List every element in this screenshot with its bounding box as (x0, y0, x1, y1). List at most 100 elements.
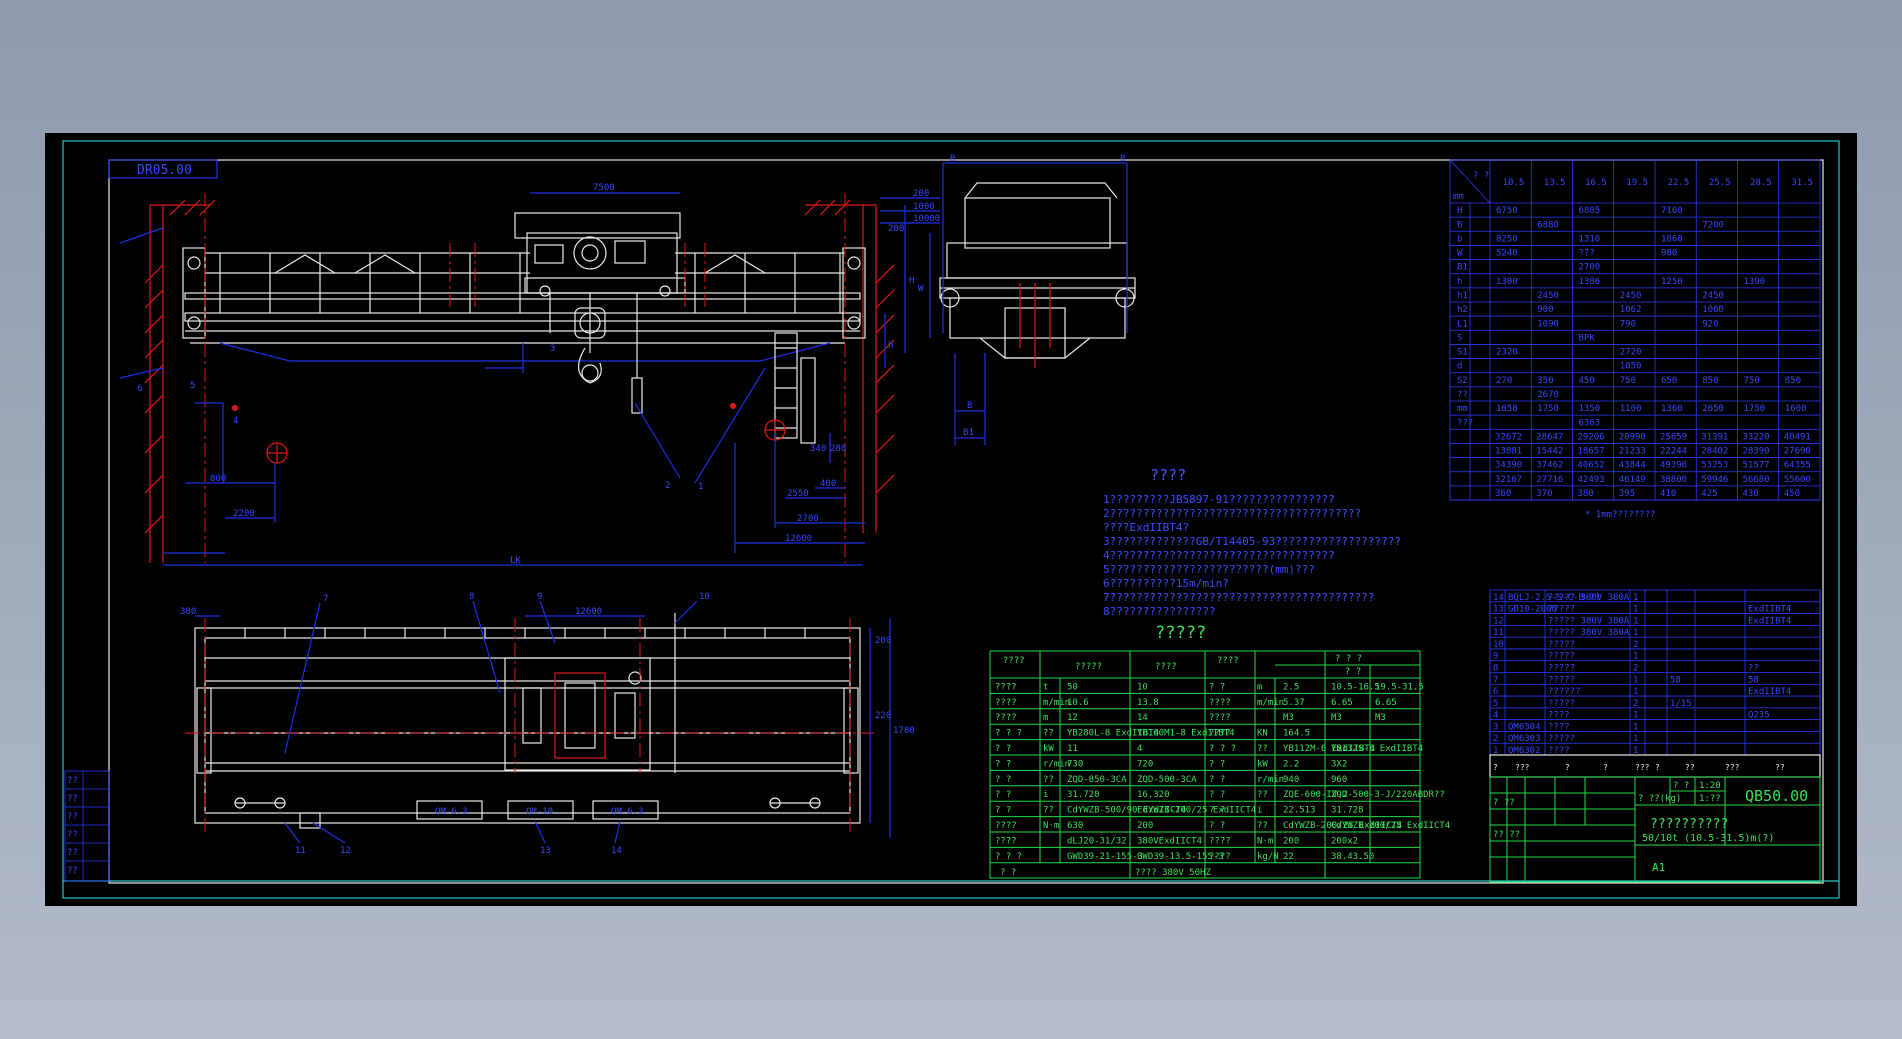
dimtable-cell: 1750 (1537, 404, 1559, 414)
spec-left-cell: 13.8 (1137, 698, 1159, 708)
parts-cell: ????? (1548, 675, 1575, 685)
parts-cell: 1 (1633, 652, 1638, 662)
dimtable-span: 28.5 (1750, 178, 1772, 188)
spec-colright-1: ? ? ? (1335, 654, 1362, 664)
dimtable-rowlabel: B1 (1457, 263, 1468, 273)
spec-footer-0: ? ? (1000, 868, 1016, 878)
dimtable-cell: 850 (1785, 376, 1801, 386)
spec-right-cell: i (1257, 806, 1262, 816)
callout-p-3: 10 (699, 592, 710, 602)
dimtable-cell: 750 (1620, 376, 1636, 386)
spec-left-cell: ? ? ? (995, 729, 1022, 739)
notes-line-3: 3?????????????GB/T14405-93??????????????… (1103, 535, 1401, 548)
dimtable-wheelcell: 410 (1660, 489, 1676, 499)
dimtable-cell: 270 (1496, 376, 1512, 386)
stamp-label: DR05.00 (137, 163, 192, 178)
callout-e-3: 4 (233, 416, 238, 426)
spec-right-cell: 22.513 (1283, 806, 1316, 816)
spec-left-cell: ? ? (995, 790, 1011, 800)
dimtable-cell: 2670 (1537, 390, 1559, 400)
title-spec: 50/10t (10.5-31.5)m(?) (1642, 833, 1774, 844)
spec-right-cell: ???? (1209, 713, 1231, 723)
dimtable-cell: 790 (1620, 319, 1636, 329)
cad-viewport[interactable]: DR05.00 ?? ?? ?? ?? ?? ?? 7500 LK 800 22… (45, 133, 1857, 906)
parts-cell: 11 (1493, 628, 1504, 638)
dimtable-cell: 750 (1744, 376, 1760, 386)
dimtable-cell: 2450 (1620, 291, 1642, 301)
spec-left-cell: ?? (1043, 806, 1054, 816)
spec-right-cell: ? ? (1209, 790, 1225, 800)
notes-line-7: 7???????????????????????????????????????… (1103, 591, 1375, 604)
spec-left-cell: 11 (1067, 744, 1078, 754)
dim-side-w: W (918, 284, 924, 294)
spec-right-cell: m (1257, 682, 1262, 692)
dim-right-h2: h (888, 341, 893, 351)
spec-right-cell: kW (1257, 759, 1268, 769)
spec-left-cell: ? ? (995, 744, 1011, 754)
dimtable-cell: 2720 (1620, 348, 1642, 358)
dimtable-span: 10.5 (1503, 178, 1525, 188)
dimtable-wheelcell: 31391 (1701, 432, 1728, 442)
spec-left-cell: dLJ20-31/32 (1067, 836, 1127, 846)
dim-side-b-right: B (1120, 154, 1125, 164)
dimtable-cell: 920 (1702, 319, 1718, 329)
dimtable-header: ? ? (1473, 171, 1489, 181)
title-mid: ?????????? (1650, 817, 1728, 832)
spec-left-cell: 16.320 (1137, 790, 1170, 800)
dimtable-wheelcell: 55600 (1784, 475, 1811, 485)
dimtable-cell: 1100 (1620, 404, 1642, 414)
spec-left-cell: ZQD-850-3CA (1067, 775, 1127, 785)
dimtable-cell: 1300 (1496, 277, 1518, 287)
parts-cell: ????? (1548, 664, 1575, 674)
dimtable-cell: 2700 (1579, 263, 1601, 273)
dimtable-wheelcell: 40491 (1784, 432, 1811, 442)
parts-cell: 1 (1633, 675, 1638, 685)
title-block: QB50.00 ?????????? 50/10t (10.5-31.5)m(?… (1489, 776, 1821, 883)
spec-right-cell: 22 (1283, 852, 1294, 862)
parts-header-cell: ??? (1635, 763, 1650, 772)
parts-cell: 2 (1493, 734, 1498, 744)
dimtable-cell: BPK (1579, 333, 1596, 343)
dim-top-callout-2: 10000 (913, 214, 940, 224)
left-legend: ?? ?? ?? ?? ?? ?? (64, 770, 110, 882)
parts-cell: 1 (1633, 687, 1638, 697)
dimtable-wheelcell: 64355 (1784, 461, 1811, 471)
parts-cell: 13 (1493, 605, 1504, 615)
spec-left-cell: 50 (1067, 682, 1078, 692)
dimtable-wheelcell: 49396 (1660, 461, 1687, 471)
dimtable-wheelcell: 360 (1495, 489, 1511, 499)
dimtable-rowlabel: b (1457, 234, 1462, 244)
callout-p-1: 8 (469, 592, 474, 602)
parts-grid: 14 BQLJ-2.5-S-C-B-??????? 380V 380A 113 GB1… (1489, 590, 1821, 756)
spec-right-cell: r/min (1257, 775, 1284, 785)
legend-3: ?? (67, 830, 78, 840)
side-view: B B W B1 B (918, 154, 1136, 445)
dimtable-wheelcell: 28390 (1743, 447, 1770, 457)
dimtable-rowlabel: S1 (1457, 348, 1468, 358)
dimtable-wheelcell: 42493 (1578, 475, 1605, 485)
spec-left-cell: ???? (995, 836, 1017, 846)
title-mass-value: 1:?? (1699, 794, 1721, 804)
parts-cell: ?????? (1548, 687, 1581, 697)
dimtable-cell: 1600 (1785, 404, 1807, 414)
dim-side-b1: B1 (963, 428, 974, 438)
dim-right-h3: 200 (888, 224, 904, 234)
dim-plan-right-1: 1780 (893, 726, 915, 736)
callout-p-6: 13 (540, 846, 551, 856)
spec-colright-2: ? ? (1345, 667, 1361, 677)
dimtable-span: 22.5 (1668, 178, 1690, 188)
spec-left-cell: ? ? ? (995, 852, 1022, 862)
dimtable-wheelcell: 20990 (1619, 432, 1646, 442)
dimtable-wheelcell: 27690 (1784, 447, 1811, 457)
dimtable-wheelcell: 32167 (1495, 475, 1522, 485)
spec-left-cell: ? ? (995, 759, 1011, 769)
spec-left-cell: 720 (1137, 759, 1153, 769)
dimtable-cell: 850 (1702, 376, 1718, 386)
dimtable-cell: 1390 (1744, 277, 1766, 287)
dimtable-wheelcell: 43844 (1619, 461, 1646, 471)
spec-colleft-2: ???? (1155, 662, 1177, 672)
parts-cell: 1 (1633, 605, 1638, 615)
dim-top-main: 7500 (593, 183, 615, 193)
dimtable-wheelcell: 380 (1578, 489, 1594, 499)
spec-right-cell: M3 (1375, 713, 1386, 723)
